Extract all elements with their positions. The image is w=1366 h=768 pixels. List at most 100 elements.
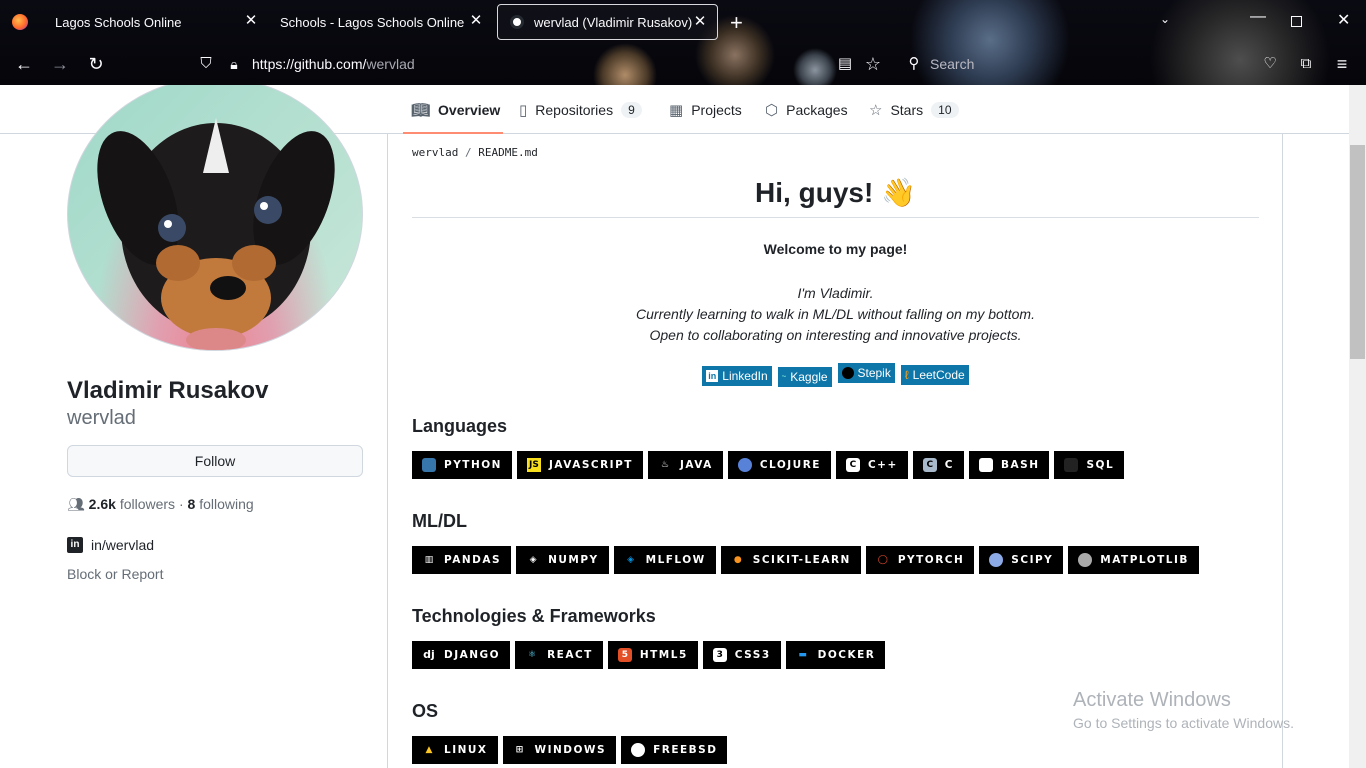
badge-label: DOCKER (817, 649, 876, 661)
tab-title: Schools - Lagos Schools Online (280, 14, 465, 30)
window-close-icon[interactable]: ✕ (1337, 10, 1350, 30)
block-or-report-link[interactable]: Block or Report (67, 566, 163, 582)
stars-count-badge: 10 (931, 101, 959, 118)
cpp-icon: C (845, 458, 860, 472)
pandas-badge: ▥ PANDAS (412, 546, 512, 574)
matplotlib-badge: MATPLOTLIB (1068, 546, 1199, 574)
tab-repositories[interactable]: ▯ Repositories 9 (519, 85, 642, 134)
close-icon[interactable]: ✕ (242, 12, 260, 30)
badge-label: FREEBSD (653, 744, 718, 756)
scipy-badge: SCIPY (979, 546, 1064, 574)
badge-label: REACT (547, 649, 593, 661)
mldl-badges: ▥ PANDAS ◈ NUMPY ◈ MLFLOW ● SCIKIT-LEARN ◯ PY… (412, 546, 1199, 574)
scrollbar-thumb[interactable] (1350, 145, 1365, 359)
tab-github-profile[interactable]: wervlad (Vladimir Rusakov) ✕ (497, 4, 718, 40)
kaggle-badge[interactable]: ~ Kaggle (777, 366, 832, 387)
badge-label: PYTORCH (897, 554, 965, 566)
back-icon[interactable]: ← (12, 52, 36, 76)
c-badge: CC (912, 451, 964, 479)
tab-title: wervlad (Vladimir Rusakov) (534, 14, 693, 30)
section-title-languages: Languages (412, 416, 508, 436)
css3-icon: 3 (712, 648, 727, 662)
following-link[interactable]: 8 following (188, 496, 254, 512)
badge-label: CSS3 (734, 649, 771, 661)
reader-view-icon[interactable]: ▤ (833, 52, 857, 76)
bash-badge: BASH (969, 451, 1050, 479)
reload-icon[interactable]: ↻ (84, 52, 108, 76)
table-icon: ▦ (669, 101, 684, 119)
followers-link[interactable]: 2.6k followers (89, 496, 175, 512)
intro-line: Open to collaborating on interesting and… (649, 327, 1022, 343)
mlflow-badge: ◈ MLFLOW (613, 546, 716, 574)
section-title-os: OS (412, 701, 439, 721)
tab-label: Packages (786, 101, 848, 118)
minimize-icon[interactable]: — (1250, 8, 1266, 26)
stepik-badge[interactable]: Stepik (837, 363, 895, 383)
forward-icon[interactable]: → (48, 52, 72, 76)
restore-icon[interactable] (1291, 16, 1302, 27)
badge-label: PANDAS (444, 554, 502, 566)
readme-panel: wervlad / README.md Hi, guys! 👋 Welcome … (387, 134, 1283, 768)
extensions-icon[interactable]: ⧉ (1294, 52, 1318, 76)
windows-badge: ⊞ WINDOWS (502, 736, 617, 764)
profile-name: Vladimir Rusakov (67, 377, 269, 404)
close-icon[interactable]: ✕ (691, 13, 709, 31)
badge-label: LinkedIn (722, 369, 768, 383)
clojure-icon (737, 458, 752, 472)
js-icon: JS (526, 458, 541, 472)
java-icon: ♨ (660, 460, 669, 470)
shield-icon[interactable]: ⛉ (194, 52, 218, 76)
docker-badge: ▬ DOCKER (785, 641, 886, 669)
technologies-badges: dj DJANGO ⚛ REACT 5 HTML5 3 CSS3 ▬ DOCKER (412, 641, 886, 669)
tab-title: Lagos Schools Online (55, 14, 182, 30)
leetcode-icon: ℓ (904, 368, 909, 382)
tab-projects[interactable]: ▦ Projects (669, 85, 742, 134)
badge-label: HTML5 (639, 649, 688, 661)
people-icon: 👥︎ (67, 496, 85, 512)
search-input[interactable]: Search (930, 56, 974, 72)
scikit-learn-badge: ● SCIKIT-LEARN (720, 546, 861, 574)
breadcrumb-owner[interactable]: wervlad (412, 146, 458, 159)
cpp-badge: C C++ (835, 451, 908, 479)
scikit-learn-icon: ● (733, 555, 742, 565)
followers-count: 2.6k (88, 496, 116, 512)
linkedin-badge[interactable]: in LinkedIn (702, 366, 772, 386)
javascript-badge: JS JAVASCRIPT (516, 451, 643, 479)
url-bar[interactable]: https://github.com/wervlad (252, 56, 415, 72)
matplotlib-icon (1078, 553, 1093, 567)
lock-icon[interactable]: 🔒︎ (222, 52, 246, 76)
tab-lagos-schools[interactable]: Lagos Schools Online ✕ (43, 4, 268, 40)
badge-label: C++ (867, 459, 898, 471)
avatar[interactable] (67, 85, 363, 351)
close-icon[interactable]: ✕ (467, 12, 485, 30)
breadcrumb-file[interactable]: README.md (478, 146, 538, 159)
badge-label: CLOJURE (759, 459, 821, 471)
python-badge: PYTHON (412, 451, 512, 479)
mlflow-icon: ◈ (627, 555, 635, 565)
following-label: following (199, 496, 254, 512)
repo-icon: ▯ (519, 101, 528, 119)
tab-overview[interactable]: 📖︎ Overview (411, 85, 500, 134)
menu-icon[interactable]: ≡ (1330, 52, 1354, 76)
badge-label: SQL (1086, 459, 1115, 471)
badge-label: MLFLOW (645, 554, 706, 566)
badge-label: SCIPY (1011, 554, 1054, 566)
tab-schools[interactable]: Schools - Lagos Schools Online ✕ (268, 4, 493, 40)
follow-button[interactable]: Follow (67, 445, 363, 477)
github-icon (510, 15, 524, 29)
list-tabs-icon[interactable]: ⌄ (1160, 12, 1170, 26)
linkedin-link[interactable]: in in/wervlad (67, 537, 154, 553)
html5-icon: 5 (617, 648, 632, 662)
react-icon: ⚛ (528, 650, 537, 660)
bookmark-star-icon[interactable]: ☆ (861, 52, 885, 76)
leetcode-badge[interactable]: ℓ LeetCode (900, 365, 969, 385)
repo-count-badge: 9 (621, 101, 642, 118)
badge-label: PYTHON (444, 459, 502, 471)
pocket-icon[interactable]: ♡ (1258, 52, 1282, 76)
firefox-icon[interactable] (12, 14, 28, 30)
new-tab-icon[interactable]: + (730, 10, 743, 36)
tab-stars[interactable]: ☆ Stars 10 (869, 85, 959, 134)
intro-line: I'm Vladimir. (797, 285, 874, 301)
book-icon: 📖︎ (411, 101, 431, 119)
tab-packages[interactable]: ⬡ Packages (765, 85, 848, 134)
